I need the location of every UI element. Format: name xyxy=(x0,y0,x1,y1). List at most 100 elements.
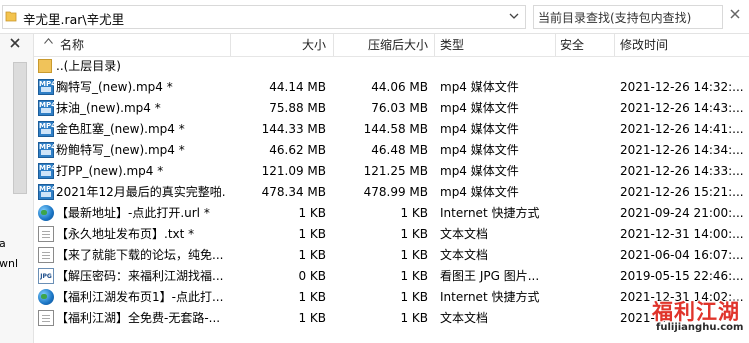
folder-icon xyxy=(5,9,17,23)
sort-ascending-icon xyxy=(44,37,53,47)
file-type: Internet 快捷方式 xyxy=(440,206,540,220)
parent-directory-row[interactable]: ..(上层目录) xyxy=(34,56,749,77)
file-name: 打PP_(new).mp4 * xyxy=(56,164,164,178)
file-size: 144.33 MB xyxy=(261,122,326,136)
column-divider[interactable] xyxy=(333,34,334,56)
file-type: mp4 媒体文件 xyxy=(440,164,519,178)
left-panel-text-fragment: a xyxy=(0,237,6,250)
file-modified: 2021-06-04 16:07:... xyxy=(620,248,744,262)
file-row[interactable]: 【福利江湖】全免费-无套路-... 1 KB 1 KB 文本文档 2021-..… xyxy=(34,308,749,329)
globe-icon xyxy=(38,205,54,221)
file-row[interactable]: MP4 2021年12月最后的真实完整啪... 478.34 MB 478.99… xyxy=(34,182,749,203)
clear-search-icon[interactable] xyxy=(726,7,744,25)
file-packed-size: 1 KB xyxy=(400,311,428,325)
column-divider[interactable] xyxy=(614,34,615,56)
column-header-security[interactable]: 安全 xyxy=(560,34,584,56)
search-input[interactable]: 当前目录查找(支持包内查找) xyxy=(533,5,723,29)
file-modified: 2021-12-26 14:34:... xyxy=(620,143,744,157)
file-packed-size: 1 KB xyxy=(400,227,428,241)
file-type: mp4 媒体文件 xyxy=(440,143,519,157)
column-header-size[interactable]: 大小 xyxy=(234,34,326,56)
file-type: 看图王 JPG 图片... xyxy=(440,269,540,283)
file-modified: 2021-12-26 14:32:... xyxy=(620,80,744,94)
file-modified: 2021-12-26 14:33:... xyxy=(620,164,744,178)
column-divider[interactable] xyxy=(555,34,556,56)
file-row[interactable]: MP4 抹油_(new).mp4 * 75.88 MB 76.03 MB mp4… xyxy=(34,98,749,119)
column-divider[interactable] xyxy=(230,34,231,56)
file-packed-size: 1 KB xyxy=(400,206,428,220)
mp4-icon: MP4 xyxy=(38,184,56,200)
address-bar: 辛尤里.rar\辛尤里 当前目录查找(支持包内查找) xyxy=(0,0,749,34)
file-type: mp4 媒体文件 xyxy=(440,80,519,94)
file-packed-size: 44.06 MB xyxy=(371,80,428,94)
file-row[interactable]: 【福利江湖发布页1】-点此打... 1 KB 1 KB Internet 快捷方… xyxy=(34,287,749,308)
file-packed-size: 144.58 MB xyxy=(363,122,428,136)
mp4-icon: MP4 xyxy=(38,142,56,158)
file-modified: 2021-12-31 14:00:... xyxy=(620,227,744,241)
search-placeholder: 当前目录查找(支持包内查找) xyxy=(538,11,692,25)
file-size: 44.14 MB xyxy=(269,80,326,94)
file-name: 【来了就能下载的论坛，纯免... xyxy=(56,248,224,262)
file-type: Internet 快捷方式 xyxy=(440,290,540,304)
file-name: 胸特写_(new).mp4 * xyxy=(56,80,173,94)
file-name: 【最新地址】-点此打开.url * xyxy=(56,206,210,220)
file-row[interactable]: JPG 【解压密码：来福利江湖找福... 0 KB 1 KB 看图王 JPG 图… xyxy=(34,266,749,287)
column-divider[interactable] xyxy=(434,34,435,56)
file-type: mp4 媒体文件 xyxy=(440,185,519,199)
file-row[interactable]: MP4 胸特写_(new).mp4 * 44.14 MB 44.06 MB mp… xyxy=(34,77,749,98)
file-packed-size: 46.48 MB xyxy=(371,143,428,157)
file-modified: 2021-12-26 14:41:... xyxy=(620,122,744,136)
text-file-icon xyxy=(38,226,54,242)
text-file-icon xyxy=(38,247,54,263)
mp4-icon: MP4 xyxy=(38,121,56,137)
file-packed-size: 478.99 MB xyxy=(363,185,428,199)
file-size: 478.34 MB xyxy=(261,185,326,199)
file-row[interactable]: 【来了就能下载的论坛，纯免... 1 KB 1 KB 文本文档 2021-06-… xyxy=(34,245,749,266)
file-row[interactable]: 【最新地址】-点此打开.url * 1 KB 1 KB Internet 快捷方… xyxy=(34,203,749,224)
column-header-name[interactable]: 名称 xyxy=(60,34,84,56)
file-name: 2021年12月最后的真实完整啪... xyxy=(56,185,226,199)
file-type: 文本文档 xyxy=(440,311,489,325)
column-header-type[interactable]: 类型 xyxy=(440,34,464,56)
left-panel-scrollbar[interactable] xyxy=(13,62,27,194)
file-packed-size: 76.03 MB xyxy=(371,101,428,115)
left-panel-text-fragment: wnl xyxy=(0,257,19,270)
path-field[interactable]: 辛尤里.rar\辛尤里 xyxy=(2,5,526,29)
file-size: 1 KB xyxy=(298,206,326,220)
file-modified: 2021-09-24 21:00:... xyxy=(620,206,744,220)
file-name: 【福利江湖】全免费-无套路-... xyxy=(56,311,221,325)
file-name: 【永久地址发布页】.txt * xyxy=(56,227,195,241)
file-row[interactable]: MP4 金色肛塞_(new).mp4 * 144.33 MB 144.58 MB… xyxy=(34,119,749,140)
file-packed-size: 1 KB xyxy=(400,290,428,304)
watermark-url: fulijianghu.com xyxy=(656,322,744,333)
file-packed-size: 1 KB xyxy=(400,248,428,262)
file-size: 1 KB xyxy=(298,311,326,325)
file-size: 1 KB xyxy=(298,227,326,241)
folder-up-icon xyxy=(38,59,52,73)
watermark: 福利江湖 fulijianghu.com xyxy=(652,296,749,343)
file-type: 文本文档 xyxy=(440,227,489,241)
close-icon[interactable] xyxy=(9,35,21,53)
mp4-icon: MP4 xyxy=(38,100,56,116)
column-header-packed-size[interactable]: 压缩后大小 xyxy=(336,34,428,56)
globe-icon xyxy=(38,289,54,305)
file-modified: 2019-05-15 22:46:... xyxy=(620,269,744,283)
mp4-icon: MP4 xyxy=(38,79,56,95)
text-file-icon xyxy=(38,310,54,326)
file-modified: 2021-12-26 14:43:... xyxy=(620,101,744,115)
file-size: 75.88 MB xyxy=(269,101,326,115)
file-row[interactable]: MP4 打PP_(new).mp4 * 121.09 MB 121.25 MB … xyxy=(34,161,749,182)
file-type: 文本文档 xyxy=(440,248,489,262)
mp4-icon: MP4 xyxy=(38,163,56,179)
file-name: 【福利江湖发布页1】-点此打... xyxy=(56,290,224,304)
file-row[interactable]: MP4 粉鲍特写_(new).mp4 * 46.62 MB 46.48 MB m… xyxy=(34,140,749,161)
left-panel: a wnl xyxy=(0,34,34,343)
chevron-down-icon[interactable] xyxy=(509,9,521,23)
file-type: mp4 媒体文件 xyxy=(440,101,519,115)
file-row[interactable]: 【永久地址发布页】.txt * 1 KB 1 KB 文本文档 2021-12-3… xyxy=(34,224,749,245)
file-packed-size: 121.25 MB xyxy=(363,164,428,178)
column-header-modified[interactable]: 修改时间 xyxy=(620,34,668,56)
file-name: 金色肛塞_(new).mp4 * xyxy=(56,122,185,136)
parent-directory-label: ..(上层目录) xyxy=(56,59,121,73)
file-name: 抹油_(new).mp4 * xyxy=(56,101,161,115)
